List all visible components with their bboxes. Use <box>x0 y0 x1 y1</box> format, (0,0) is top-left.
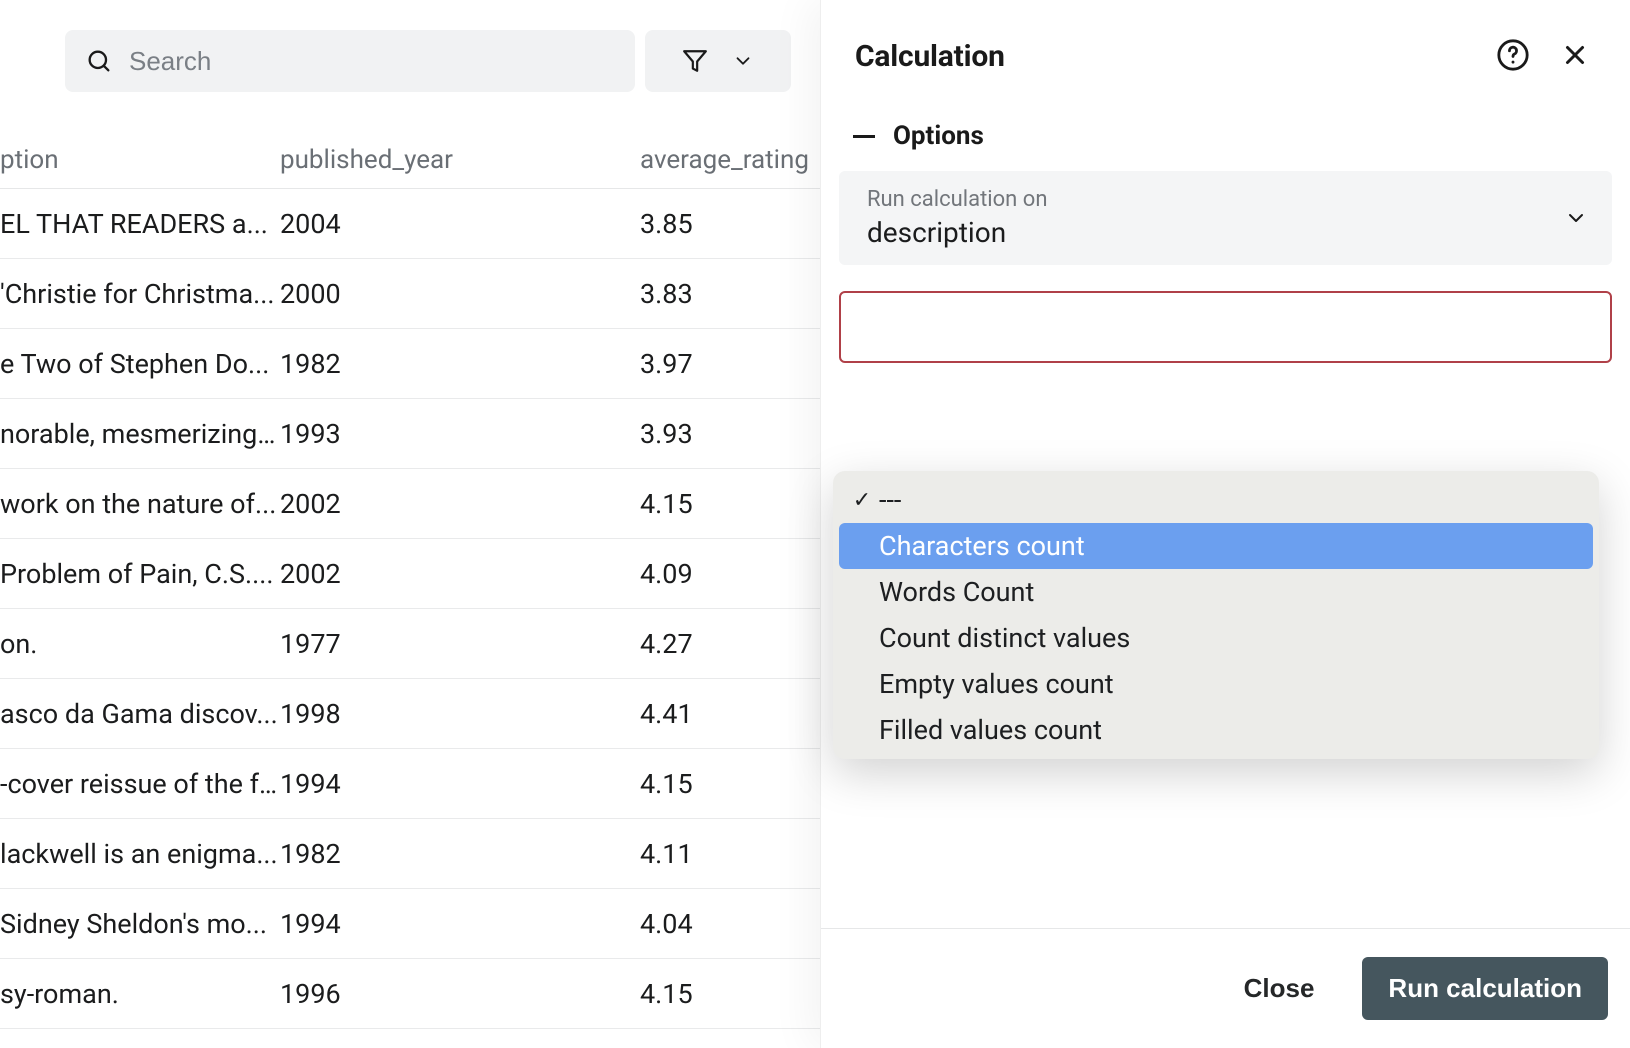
cell-average-rating: 4.41 <box>640 698 820 730</box>
dropdown-item[interactable]: Characters count <box>839 523 1593 569</box>
dropdown-item[interactable]: Empty values count <box>839 661 1593 707</box>
table-row[interactable]: 'Christie for Christma...20003.83 <box>0 259 820 329</box>
cell-published-year: 1993 <box>280 418 640 450</box>
cell-description: EL THAT READERS a... <box>0 208 280 240</box>
cell-average-rating: 4.15 <box>640 488 820 520</box>
calculation-panel: Calculation Options Run calculation on d… <box>820 0 1630 1048</box>
collapse-icon <box>853 135 875 138</box>
run-on-value: description <box>867 216 1564 249</box>
cell-average-rating: 3.93 <box>640 418 820 450</box>
table-body: EL THAT READERS a...20043.85'Christie fo… <box>0 188 820 1029</box>
chevron-down-icon <box>1564 206 1588 230</box>
table-row[interactable]: lackwell is an enigma...19824.11 <box>0 819 820 889</box>
cell-description: lackwell is an enigma... <box>0 838 280 870</box>
cell-average-rating: 4.11 <box>640 838 820 870</box>
cell-average-rating: 4.15 <box>640 978 820 1010</box>
check-icon: ✓ <box>849 488 875 513</box>
dropdown-item[interactable]: Count distinct values <box>839 615 1593 661</box>
cell-description: e Two of Stephen Do... <box>0 348 280 380</box>
table-row[interactable]: asco da Gama discov...19984.41 <box>0 679 820 749</box>
calculation-dropdown[interactable]: ✓--- Characters count Words Count Count dis… <box>833 471 1599 759</box>
table-row[interactable]: -cover reissue of the f...19944.15 <box>0 749 820 819</box>
toolbar <box>47 30 820 92</box>
cell-published-year: 1982 <box>280 348 640 380</box>
table-row[interactable]: e Two of Stephen Do...19823.97 <box>0 329 820 399</box>
dropdown-item-label: --- <box>875 484 1583 516</box>
table-header-row: ption published_year average_rating <box>0 132 820 188</box>
cell-published-year: 1996 <box>280 978 640 1010</box>
column-header-description[interactable]: ption <box>0 145 280 175</box>
cell-description: -cover reissue of the f... <box>0 768 280 800</box>
help-button[interactable] <box>1490 32 1536 81</box>
cell-average-rating: 4.04 <box>640 908 820 940</box>
chevron-down-icon <box>732 50 754 72</box>
cell-description: Sidney Sheldon's mo... <box>0 908 280 940</box>
cell-published-year: 1994 <box>280 908 640 940</box>
cell-published-year: 1994 <box>280 768 640 800</box>
cell-published-year: 2000 <box>280 278 640 310</box>
table-row[interactable]: EL THAT READERS a...20043.85 <box>0 189 820 259</box>
search-field[interactable] <box>65 30 635 92</box>
column-header-average-rating[interactable]: average_rating <box>640 145 820 175</box>
cell-description: norable, mesmerizing ... <box>0 418 280 450</box>
options-title: Options <box>893 121 984 151</box>
cell-published-year: 1982 <box>280 838 640 870</box>
dropdown-item[interactable]: Words Count <box>839 569 1593 615</box>
dropdown-item-label: Characters count <box>875 530 1583 562</box>
table-row[interactable]: work on the nature of...20024.15 <box>0 469 820 539</box>
main-content: ption published_year average_rating EL T… <box>0 0 820 1048</box>
table-row[interactable]: Problem of Pain, C.S....20024.09 <box>0 539 820 609</box>
cell-description: sy-roman. <box>0 978 280 1010</box>
cell-average-rating: 3.83 <box>640 278 820 310</box>
dropdown-item[interactable]: ✓--- <box>839 477 1593 523</box>
cell-published-year: 2004 <box>280 208 640 240</box>
cell-description: 'Christie for Christma... <box>0 278 280 310</box>
table-row[interactable]: norable, mesmerizing ...19933.93 <box>0 399 820 469</box>
run-on-label: Run calculation on <box>867 187 1564 212</box>
dropdown-item-label: Filled values count <box>875 714 1583 746</box>
panel-footer: Close Run calculation <box>821 928 1630 1048</box>
cell-published-year: 1998 <box>280 698 640 730</box>
cell-published-year: 1977 <box>280 628 640 660</box>
options-section-toggle[interactable]: Options <box>839 121 1612 151</box>
search-input[interactable] <box>129 46 615 77</box>
cell-average-rating: 3.85 <box>640 208 820 240</box>
run-on-select[interactable]: Run calculation on description <box>839 171 1612 265</box>
cell-published-year: 2002 <box>280 558 640 590</box>
dropdown-item[interactable]: Filled values count <box>839 707 1593 753</box>
table-row[interactable]: Sidney Sheldon's mo...19944.04 <box>0 889 820 959</box>
cell-description: asco da Gama discov... <box>0 698 280 730</box>
cell-average-rating: 4.15 <box>640 768 820 800</box>
help-icon <box>1496 38 1530 72</box>
close-icon <box>1560 40 1590 70</box>
cell-average-rating: 3.97 <box>640 348 820 380</box>
panel-title: Calculation <box>855 39 1472 74</box>
column-header-published-year[interactable]: published_year <box>280 145 640 175</box>
dropdown-item-label: Count distinct values <box>875 622 1583 654</box>
data-table: ption published_year average_rating EL T… <box>0 132 820 1029</box>
run-calculation-button[interactable]: Run calculation <box>1362 957 1608 1020</box>
search-icon <box>85 47 113 75</box>
cell-description: Problem of Pain, C.S.... <box>0 558 280 590</box>
calculation-type-select[interactable] <box>839 291 1612 363</box>
cell-description: on. <box>0 628 280 660</box>
cell-published-year: 2002 <box>280 488 640 520</box>
panel-body: Options Run calculation on description ✓… <box>821 101 1630 928</box>
dropdown-item-label: Words Count <box>875 576 1583 608</box>
panel-header: Calculation <box>821 0 1630 101</box>
cell-average-rating: 4.27 <box>640 628 820 660</box>
cell-average-rating: 4.09 <box>640 558 820 590</box>
close-button[interactable]: Close <box>1218 957 1341 1020</box>
table-row[interactable]: on.19774.27 <box>0 609 820 679</box>
filter-icon <box>682 48 708 74</box>
filter-button[interactable] <box>645 30 791 92</box>
cell-description: work on the nature of... <box>0 488 280 520</box>
close-panel-button[interactable] <box>1554 34 1596 79</box>
dropdown-item-label: Empty values count <box>875 668 1583 700</box>
table-row[interactable]: sy-roman.19964.15 <box>0 959 820 1029</box>
